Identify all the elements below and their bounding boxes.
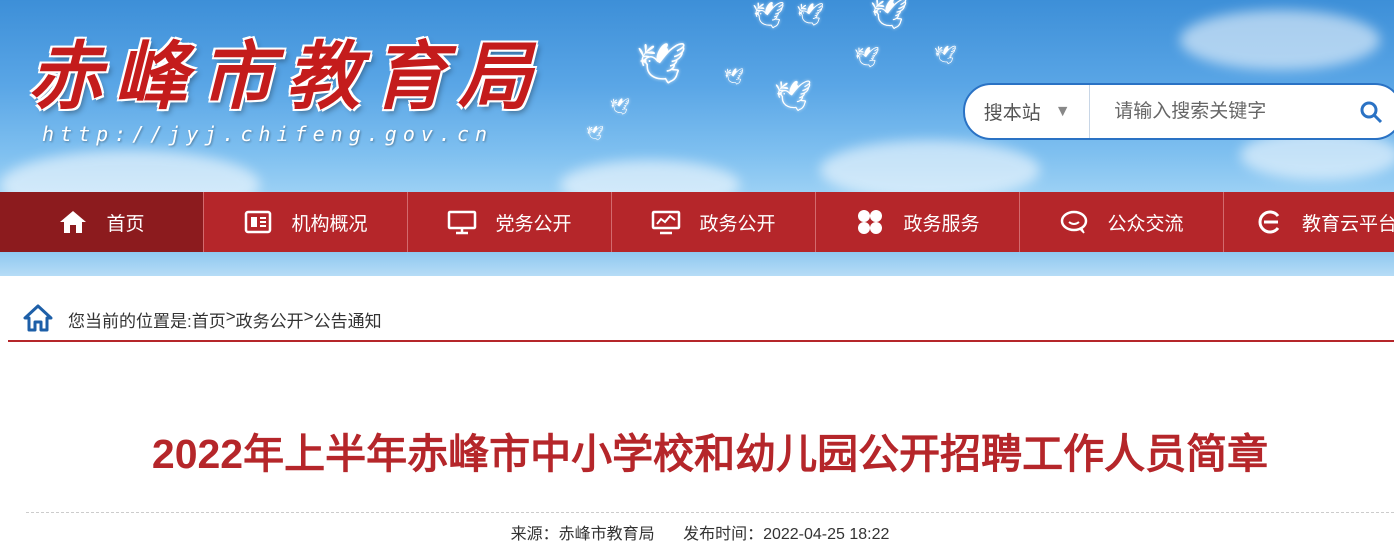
nav-item-service[interactable]: 政务服务 [816, 192, 1020, 252]
breadcrumb-separator: > [225, 307, 236, 326]
grid-icon [855, 207, 885, 237]
dove-decoration: 🕊 [586, 125, 604, 141]
breadcrumb: 您当前的位置是: 首页 > 政务公开 > 公告通知 [8, 298, 1394, 342]
search-scope-label: 搜本站 [983, 103, 1041, 124]
nav-item-label: 公众交流 [1107, 213, 1184, 235]
nav-decoration-strip [0, 252, 1394, 276]
nav-item-cloud[interactable]: 教育云平台 [1224, 192, 1394, 252]
nav-item-label: 教育云平台 [1301, 213, 1394, 235]
article-title: 2022年上半年赤峰市中小学校和幼儿园公开招聘工作人员简章 [151, 431, 1269, 477]
screen-icon [651, 207, 681, 237]
nav-item-public[interactable]: 公众交流 [1020, 192, 1224, 252]
nav-item-label: 机构概况 [291, 213, 368, 235]
nav-item-label: 政务公开 [699, 213, 776, 235]
chat-icon [1059, 207, 1089, 237]
nav-item-label: 首页 [106, 213, 145, 235]
monitor-icon [447, 207, 477, 237]
breadcrumb-link-notice[interactable]: 公告通知 [314, 307, 382, 332]
search-icon [1360, 101, 1383, 123]
nav-item-gov[interactable]: 政务公开 [612, 192, 816, 252]
site-url: http://jyj.chifeng.gov.cn [42, 122, 494, 146]
nav-item-home[interactable]: 首页 [0, 192, 204, 252]
home-outline-icon[interactable] [22, 302, 54, 334]
main-nav: 首页 机构概况 党务公开 政务公开 政务服务 公众交流 教育云平台 [0, 192, 1394, 252]
org-icon [243, 207, 273, 237]
dove-decoration: 🕊 [636, 42, 687, 86]
breadcrumb-trail: 您当前的位置是: 首页 > 政务公开 > 公告通知 [68, 307, 382, 332]
breadcrumb-link-home[interactable]: 首页 [192, 307, 226, 332]
breadcrumb-link-gov[interactable]: 政务公开 [236, 307, 304, 332]
search-scope-select[interactable]: 搜本站 ▼ [965, 85, 1091, 138]
dove-decoration: 🕊 [752, 0, 786, 30]
nav-item-label: 党务公开 [495, 213, 572, 235]
nav-item-org[interactable]: 机构概况 [204, 192, 408, 252]
site-title[interactable]: 赤峰市教育局 [28, 40, 544, 114]
breadcrumb-prefix: 您当前的位置是: [68, 312, 192, 331]
nav-item-label: 政务服务 [903, 213, 980, 235]
search-button[interactable] [1359, 85, 1394, 138]
article-meta: 来源：赤峰市教育局 发布时间：2022-04-25 18:22 [0, 520, 1394, 542]
header-banner: 🕊 🕊 🕊 🕊 🕊 🕊 🕊 🕊 🕊 🕊 赤峰市教育局 http://jyj.ch… [0, 0, 1394, 192]
dove-decoration: 🕊 [796, 2, 824, 27]
dove-decoration: 🕊 [870, 0, 909, 31]
nav-item-party[interactable]: 党务公开 [408, 192, 612, 252]
dove-decoration: 🕊 [854, 47, 880, 69]
article-publish-time: 发布时间：2022-04-25 18:22 [683, 526, 890, 542]
dove-decoration: 🕊 [934, 45, 957, 65]
chevron-down-icon: ▼ [1054, 102, 1071, 120]
dove-decoration: 🕊 [724, 69, 745, 86]
dove-decoration: 🕊 [774, 80, 813, 113]
search-input[interactable] [1090, 85, 1360, 138]
cloud-e-icon [1254, 207, 1284, 237]
divider [26, 512, 1394, 513]
home-icon [58, 207, 88, 237]
breadcrumb-separator: > [303, 307, 314, 326]
search-box: 搜本站 ▼ [963, 83, 1394, 140]
dove-decoration: 🕊 [610, 99, 631, 116]
article-source: 来源：赤峰市教育局 [510, 526, 655, 542]
